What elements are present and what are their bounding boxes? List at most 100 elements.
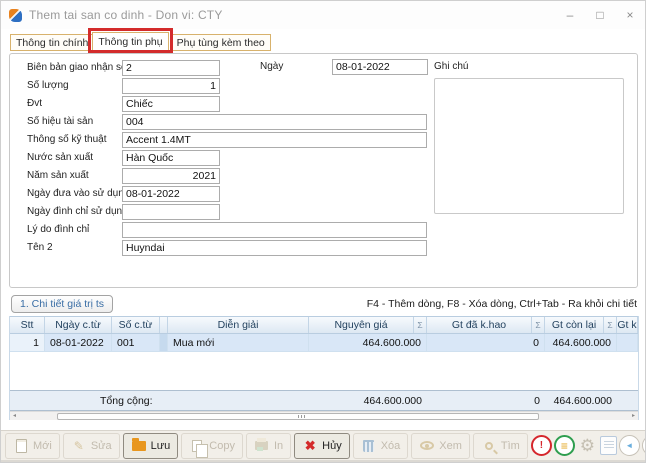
- scrollbar-grip-icon: [298, 415, 307, 418]
- app-window: Them tai san co dinh - Don vi: CTY – □ ×…: [0, 0, 646, 463]
- column-header-gt-da-khao[interactable]: Gt đã k.hao Σ: [427, 317, 545, 333]
- chi-tiet-gia-tri-tab[interactable]: 1. Chi tiết giá trị ts: [11, 295, 113, 313]
- new-document-icon: [13, 438, 29, 454]
- form-row: Số lượng: [27, 77, 427, 94]
- copy-icon: [189, 438, 205, 454]
- scroll-left-arrow-icon[interactable]: ◂: [10, 412, 19, 420]
- column-header-indicator: [160, 317, 168, 333]
- total-gt-da-khao: 0: [427, 391, 545, 410]
- ngay-dinh-chi-su-dung-input[interactable]: [122, 204, 220, 220]
- button-label: Xem: [439, 440, 462, 452]
- nam-san-xuat-input[interactable]: [122, 168, 220, 184]
- new-button: Mới: [5, 433, 60, 459]
- ghi-chu-label: Ghi chú: [434, 61, 468, 72]
- cell-dien-giai: Mua mới: [168, 334, 309, 352]
- grid-empty-area: [10, 352, 638, 390]
- thong-so-ky-thuat-input[interactable]: [122, 132, 427, 148]
- ghi-chu-textarea[interactable]: [434, 78, 624, 214]
- so-luong-input[interactable]: [122, 78, 220, 94]
- column-header-so-ctu[interactable]: Số c.từ: [112, 317, 160, 333]
- form-row: Ngày đình chỉ sử dụng: [27, 203, 427, 220]
- column-header-stt[interactable]: Stt: [10, 317, 45, 333]
- save-button[interactable]: Lưu: [123, 433, 179, 459]
- sum-sigma-icon[interactable]: Σ: [531, 317, 544, 333]
- cell-gt-da-khao: 0: [427, 334, 545, 352]
- field-label: Nước sản xuất: [27, 152, 122, 163]
- dvt-input[interactable]: [122, 96, 220, 112]
- button-label: Xóa: [381, 440, 401, 452]
- scrollbar-thumb[interactable]: [57, 413, 539, 420]
- minimize-button[interactable]: –: [555, 1, 585, 29]
- previous-record-icon: ◄: [642, 435, 646, 456]
- form-row: Thông số kỹ thuật: [27, 131, 427, 148]
- button-label: Lưu: [151, 440, 171, 452]
- gear-icon[interactable]: ⚙: [577, 435, 598, 456]
- nuoc-san-xuat-input[interactable]: [122, 150, 220, 166]
- app-logo-icon: [9, 9, 22, 22]
- edit-pencil-icon: ✎: [71, 438, 87, 454]
- horizontal-scrollbar[interactable]: ◂ ▸: [10, 411, 638, 420]
- trash-icon: [361, 438, 377, 454]
- save-folder-icon: [131, 438, 147, 454]
- close-button[interactable]: ×: [615, 1, 645, 29]
- grid-header-row: Stt Ngày c.từ Số c.từ Diễn giải Nguyên g…: [10, 316, 638, 334]
- ngay-dua-vao-su-dung-input[interactable]: [122, 186, 220, 202]
- first-record-icon[interactable]: ◄: [619, 435, 640, 456]
- maximize-button[interactable]: □: [585, 1, 615, 29]
- field-label: Số lượng: [27, 80, 122, 91]
- field-label: Số hiệu tài sản: [27, 116, 122, 127]
- ngay-input[interactable]: [332, 59, 428, 75]
- field-label: Thông số kỹ thuật: [27, 134, 122, 145]
- button-label: Tìm: [501, 440, 520, 452]
- so-hieu-tai-san-input[interactable]: [122, 114, 427, 130]
- scroll-right-arrow-icon[interactable]: ▸: [629, 412, 638, 420]
- form-row: Nước sản xuất: [27, 149, 427, 166]
- titlebar[interactable]: Them tai san co dinh - Don vi: CTY – □ ×: [1, 1, 645, 29]
- column-header-dien-giai[interactable]: Diễn giải: [168, 317, 309, 333]
- table-row[interactable]: 1 08-01-2022 001 Mua mới 464.600.000 0 4…: [10, 334, 638, 352]
- column-header-nguyen-gia[interactable]: Nguyên giá Σ: [309, 317, 427, 333]
- bottom-toolbar: Mới ✎ Sửa Lưu Copy In ✖ Hủy Xóa Xem: [1, 430, 645, 460]
- tab-thong-tin-phu[interactable]: Thông tin phụ: [92, 32, 168, 51]
- column-header-gt-con-lai[interactable]: Gt còn lại Σ: [545, 317, 617, 333]
- column-header-gt-k[interactable]: Gt k: [617, 317, 638, 333]
- total-label: Tổng cộng:: [10, 391, 309, 410]
- printer-icon: [254, 438, 270, 454]
- delete-button: Xóa: [353, 433, 409, 459]
- form-left-column: Biên bản giao nhận số Số lượng Đvt Số hi…: [27, 59, 427, 257]
- cell-gt-k: [617, 334, 638, 352]
- sum-sigma-icon[interactable]: Σ: [413, 317, 426, 333]
- edit-button: ✎ Sửa: [63, 433, 120, 459]
- ly-do-dinh-chi-input[interactable]: [122, 222, 427, 238]
- cancel-button[interactable]: ✖ Hủy: [294, 433, 350, 459]
- tab-phu-tung-kem-theo[interactable]: Phụ tùng kèm theo: [171, 34, 271, 51]
- list-icon[interactable]: ≡: [554, 435, 575, 456]
- grid-shortcut-hint: F4 - Thêm dòng, F8 - Xóa dòng, Ctrl+Tab …: [367, 298, 637, 310]
- form-row: Lý do đình chỉ: [27, 221, 427, 238]
- cell-gt-con-lai: 464.600.000: [545, 334, 617, 352]
- tab-thong-tin-chinh[interactable]: Thông tin chính: [10, 34, 94, 51]
- bien-ban-giao-nhan-so-input[interactable]: [122, 60, 220, 76]
- cancel-x-icon: ✖: [302, 438, 318, 454]
- info-icon[interactable]: !: [531, 435, 552, 456]
- detail-grid: Stt Ngày c.từ Số c.từ Diễn giải Nguyên g…: [9, 316, 639, 420]
- cell-so-ctu: 001: [112, 334, 160, 352]
- button-label: Mới: [33, 440, 52, 452]
- button-label: In: [274, 440, 283, 452]
- cell-stt: 1: [10, 334, 45, 352]
- column-header-ngay-ctu[interactable]: Ngày c.từ: [45, 317, 112, 333]
- toolbar-nav-cluster: ! ≡ ⚙ ◄ ◄ ► ► ?: [531, 435, 646, 456]
- ten-2-input[interactable]: [122, 240, 427, 256]
- sum-sigma-icon[interactable]: Σ: [603, 317, 616, 333]
- field-label: Đvt: [27, 98, 122, 109]
- button-label: Sửa: [91, 440, 112, 452]
- eye-icon: [419, 438, 435, 454]
- form-row: Năm sản xuất: [27, 167, 427, 184]
- tab-thong-tin-phu-wrap: Thông tin phụ: [92, 32, 168, 51]
- window-title: Them tai san co dinh - Don vi: CTY: [29, 8, 223, 22]
- field-label: Năm sản xuất: [27, 170, 122, 181]
- grid-total-row: Tổng cộng: 464.600.000 0 464.600.000: [10, 390, 638, 411]
- form-row: Tên 2: [27, 239, 427, 256]
- form-row: Ngày đưa vào sử dụng: [27, 185, 427, 202]
- notes-icon[interactable]: [600, 436, 617, 455]
